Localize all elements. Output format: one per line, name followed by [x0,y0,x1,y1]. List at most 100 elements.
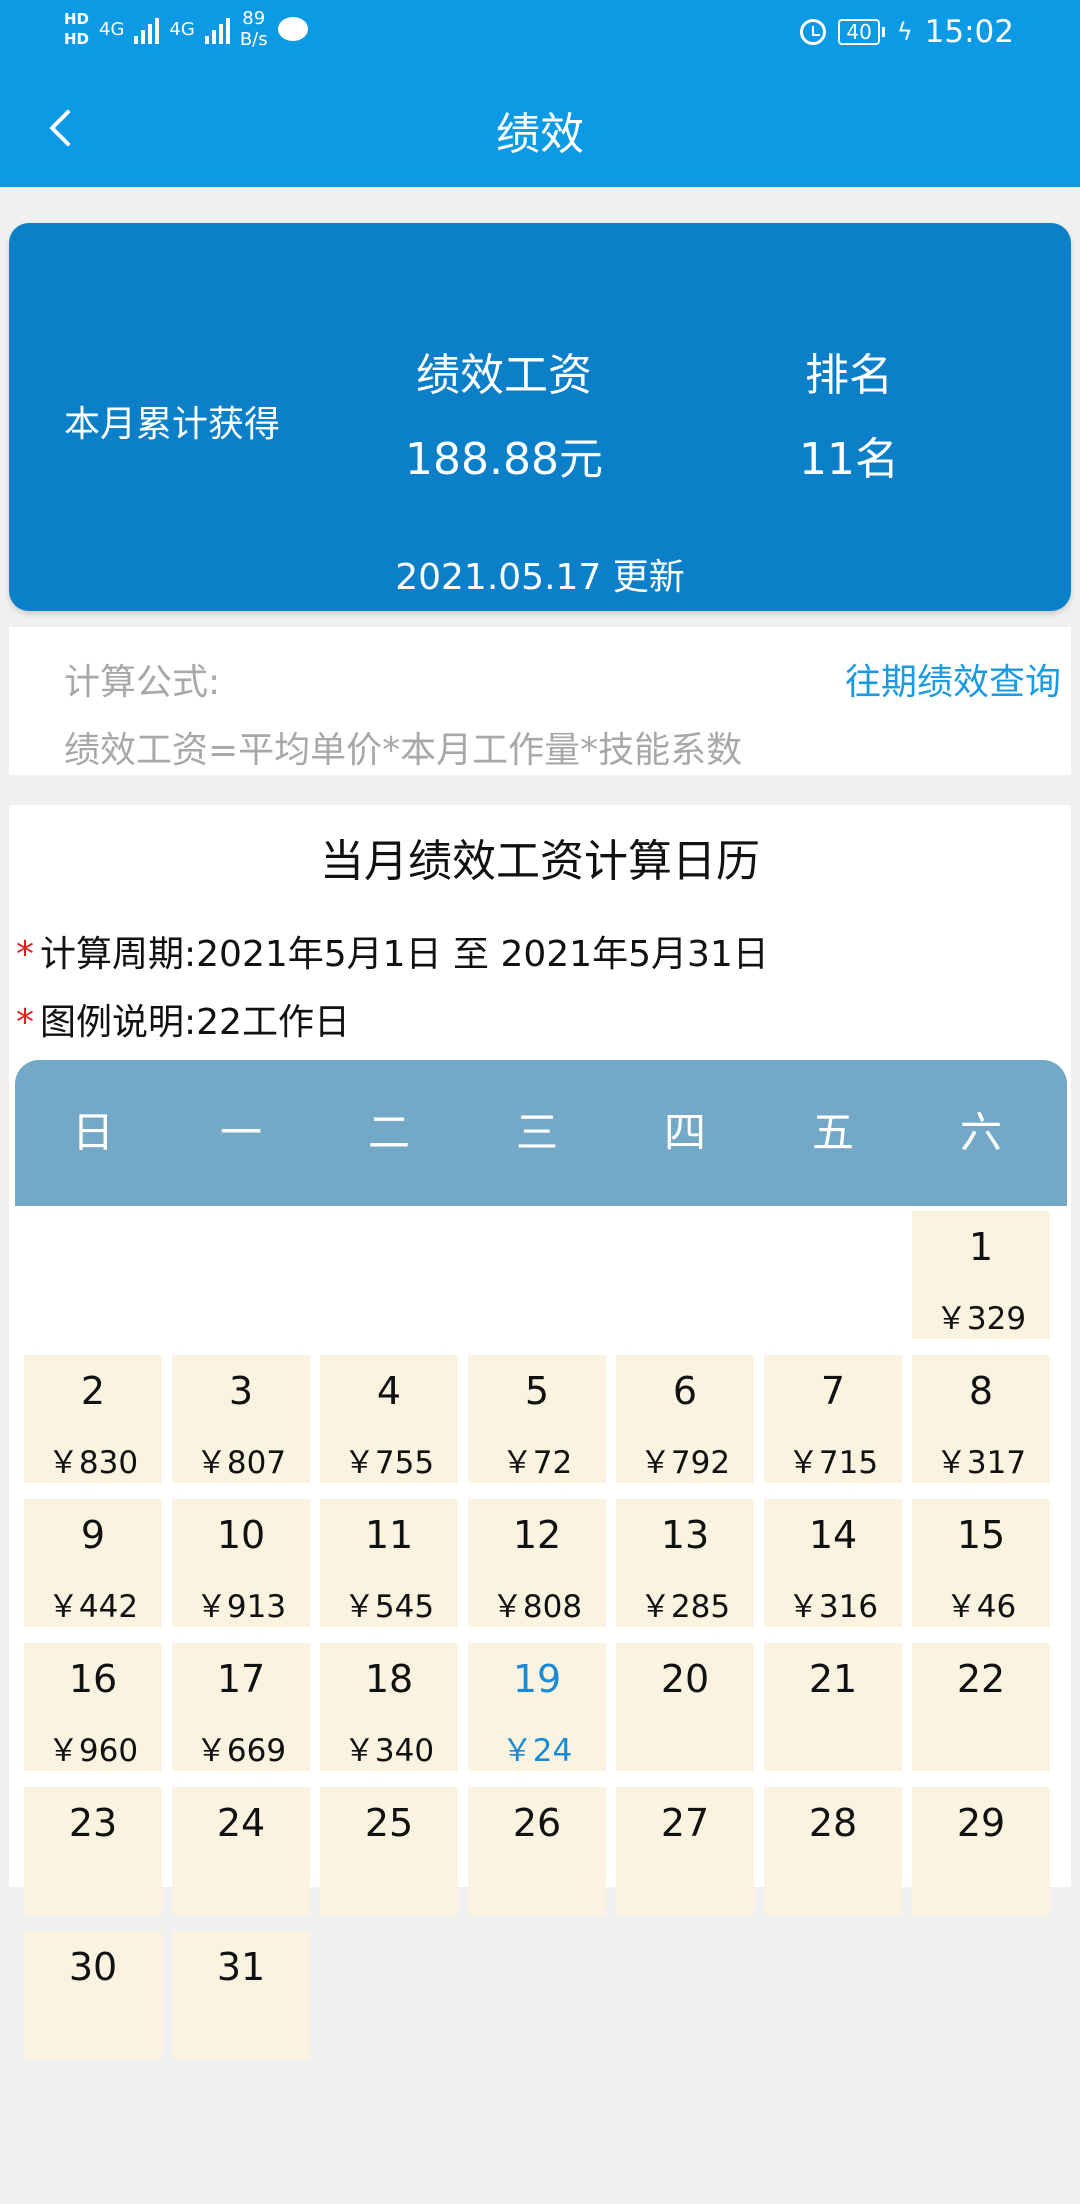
day-amount: ￥913 [195,1589,287,1625]
salary-column: 绩效工资 188.88元 [379,345,629,491]
calendar-day-cell[interactable]: 27 [616,1787,754,1915]
weekday-mon: 一 [219,1108,262,1157]
signal-icon [134,14,160,44]
legend-label: 图例说明: [40,1002,197,1043]
period-line: * 计算周期:2021年5月1日 至 2021年5月31日 [16,925,769,977]
day-number: 5 [524,1369,550,1413]
day-amount: ￥715 [787,1445,879,1481]
calendar-day-cell[interactable]: 26 [468,1787,606,1915]
calendar-day-cell[interactable]: 13 ￥285 [616,1499,754,1627]
calendar-day-cell[interactable]: 5 ￥72 [468,1355,606,1483]
day-number: 21 [808,1657,858,1701]
required-star: * [16,1002,34,1043]
formula-section: 计算公式: 往期绩效查询 绩效工资=平均单价*本月工作量*技能系数 [9,627,1071,775]
clock: 15:02 [924,14,1014,50]
calendar-day-cell[interactable]: 3 ￥807 [172,1355,310,1483]
day-number: 23 [68,1801,118,1845]
net-speed: 89 B/s [239,8,268,50]
day-amount: ￥755 [343,1445,435,1481]
calendar-day-cell[interactable]: 31 [172,1931,310,2059]
period-value: 2021年5月1日 至 2021年5月31日 [196,934,769,975]
status-bar: HD HD 4G 4G 89 B/s 40 ϟ 15:02 [0,0,1080,64]
summary-label: 本月累计获得 [64,404,281,445]
required-star: * [16,934,34,975]
day-amount: ￥340 [343,1733,435,1769]
weekday-wed: 三 [515,1108,558,1157]
calendar-day-cell[interactable]: 28 [764,1787,902,1915]
message-icon [277,17,308,41]
day-number: 2 [80,1369,106,1413]
day-number: 22 [956,1657,1006,1701]
day-amount: ￥317 [935,1445,1027,1481]
calendar-day-cell[interactable]: 20 [616,1643,754,1771]
calendar-day-cell[interactable]: 7 ￥715 [764,1355,902,1483]
rank-header: 排名 [805,350,893,401]
day-number: 12 [512,1513,562,1557]
history-query-link[interactable]: 往期绩效查询 [845,653,1061,705]
day-number: 19 [512,1657,562,1701]
calendar-day-cell[interactable]: 10 ￥913 [172,1499,310,1627]
alarm-icon [800,19,827,45]
day-number: 7 [820,1369,846,1413]
calendar-day-cell[interactable]: 1 ￥329 [912,1211,1050,1339]
calendar-day-cell[interactable]: 11 ￥545 [320,1499,458,1627]
calendar-day-cell[interactable]: 18 ￥340 [320,1643,458,1771]
calendar-day-cell[interactable]: 4 ￥755 [320,1355,458,1483]
calendar-day-cell[interactable]: 29 [912,1787,1050,1915]
calendar-day-cell[interactable]: 9 ￥442 [24,1499,162,1627]
calendar-day-cell[interactable]: 22 [912,1643,1050,1771]
day-number: 1 [968,1225,994,1269]
rank-column: 排名 11名 [749,345,949,491]
day-amount: ￥442 [47,1589,139,1625]
performance-summary-card: 本月累计获得 绩效工资 188.88元 排名 11名 2021.05.17 更新 [9,223,1071,611]
charging-icon: ϟ [896,18,913,46]
calendar-day-cell[interactable]: 6 ￥792 [616,1355,754,1483]
day-number: 25 [364,1801,414,1845]
day-amount: ￥545 [343,1589,435,1625]
day-amount: ￥72 [501,1445,573,1481]
day-number: 14 [808,1513,858,1557]
day-number: 4 [376,1369,402,1413]
calendar-day-cell[interactable]: 15 ￥46 [912,1499,1050,1627]
calendar-day-cell[interactable]: 30 [24,1931,162,2059]
day-amount: ￥329 [935,1301,1027,1337]
day-number: 15 [956,1513,1006,1557]
day-number: 10 [216,1513,266,1557]
weekday-thu: 四 [663,1108,706,1157]
calendar-day-cell[interactable]: 2 ￥830 [24,1355,162,1483]
day-number: 9 [80,1513,106,1557]
day-amount: ￥960 [47,1733,139,1769]
hd-indicator: HD HD [64,10,90,48]
day-number: 17 [216,1657,266,1701]
weekday-header: 日 一 二 三 四 五 六 [15,1060,1067,1206]
calendar-day-cell[interactable]: 23 [24,1787,162,1915]
calendar-day-cell[interactable]: 16 ￥960 [24,1643,162,1771]
calendar-day-cell[interactable]: 17 ￥669 [172,1643,310,1771]
calendar-day-cell[interactable]: 21 [764,1643,902,1771]
day-number: 3 [228,1369,254,1413]
period-label: 计算周期: [40,934,197,975]
day-amount: ￥807 [195,1445,287,1481]
calendar-day-cell[interactable]: 12 ￥808 [468,1499,606,1627]
calendar-day-cell[interactable]: 14 ￥316 [764,1499,902,1627]
signal-icon-2 [204,14,230,44]
page-title: 绩效 [496,109,584,160]
day-number: 20 [660,1657,710,1701]
formula-label: 计算公式: [64,662,221,703]
weekday-fri: 五 [811,1108,854,1157]
salary-value: 188.88元 [405,434,603,485]
day-number: 18 [364,1657,414,1701]
calendar-day-cell[interactable]: 24 [172,1787,310,1915]
calendar-day-cell[interactable]: 25 [320,1787,458,1915]
day-amount: ￥316 [787,1589,879,1625]
day-number: 27 [660,1801,710,1845]
day-amount: ￥285 [639,1589,731,1625]
weekday-sun: 日 [71,1108,114,1157]
day-amount: ￥669 [195,1733,287,1769]
day-number: 31 [216,1945,266,1989]
update-timestamp: 2021.05.17 更新 [395,557,685,598]
calendar-day-cell[interactable]: 19 ￥24 [468,1643,606,1771]
day-number: 16 [68,1657,118,1701]
calendar-day-cell[interactable]: 8 ￥317 [912,1355,1050,1483]
weekday-sat: 六 [959,1108,1002,1157]
